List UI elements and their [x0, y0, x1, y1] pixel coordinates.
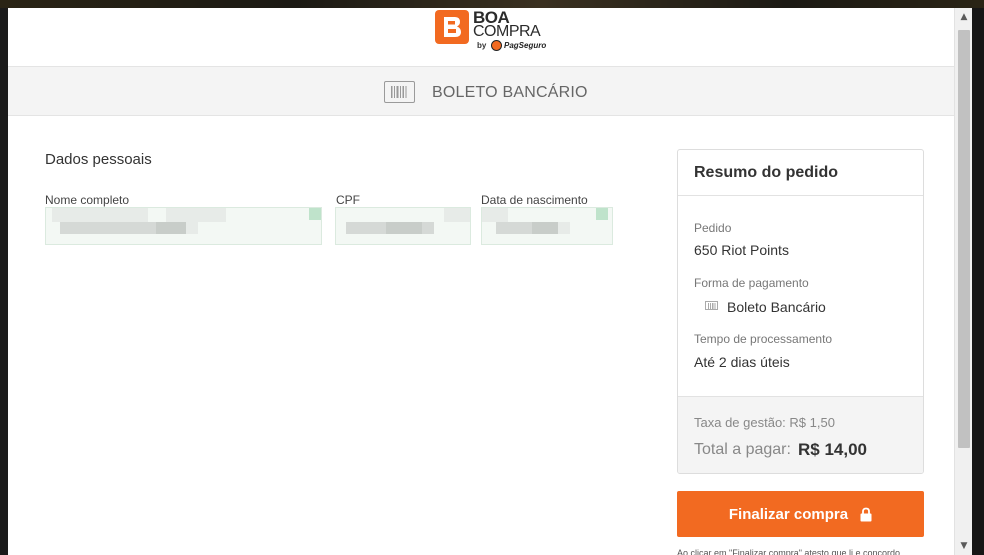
blur-pixel	[596, 208, 608, 220]
total-label: Total a pagar:	[694, 441, 791, 458]
barcode-icon	[705, 301, 718, 310]
payment-method-bar: BOLETO BANCÁRIO	[8, 66, 954, 116]
cpf-label: CPF	[336, 193, 360, 207]
background-edge	[972, 8, 984, 555]
total-value: R$ 14,00	[798, 440, 867, 459]
checkout-modal: BOA COMPRA by PagSeguro BOLETO BANCÁRIO …	[8, 8, 954, 555]
finalize-purchase-label: Finalizar compra	[728, 505, 849, 523]
blur-pixel	[156, 222, 186, 234]
order-summary-card: Resumo do pedido Pedido 650 Riot Points …	[677, 149, 924, 474]
blur-pixel	[166, 208, 226, 222]
lock-icon	[860, 507, 872, 522]
blur-pixel	[346, 222, 386, 234]
processing-time-value: Até 2 dias úteis	[694, 354, 790, 370]
scroll-up-icon[interactable]: ▲	[955, 8, 973, 26]
barcode-icon	[384, 81, 415, 103]
birth-date-label: Data de nascimento	[481, 193, 588, 207]
payment-method-value: Boleto Bancário	[727, 299, 826, 315]
finalize-purchase-button[interactable]: Finalizar compra	[677, 491, 924, 537]
processing-time-label: Tempo de processamento	[694, 332, 833, 346]
scroll-thumb[interactable]	[958, 30, 970, 448]
birth-date-input[interactable]	[481, 207, 613, 245]
blur-pixel	[186, 222, 198, 234]
terms-notice: Ao clicar em "Finalizar compra" atesto q…	[677, 548, 900, 555]
blur-pixel	[558, 222, 570, 234]
payment-method-title: BOLETO BANCÁRIO	[432, 84, 588, 101]
blur-pixel	[309, 208, 321, 220]
logo-text-by: by	[477, 41, 487, 50]
blur-pixel	[60, 222, 108, 234]
logo-text-compra: COMPRA	[473, 23, 541, 40]
background-game-strip	[0, 0, 984, 8]
blur-pixel	[52, 208, 148, 222]
blur-pixel	[108, 222, 156, 234]
header: BOA COMPRA by PagSeguro	[8, 8, 954, 66]
blur-pixel	[444, 208, 470, 222]
payment-method-label: Forma de pagamento	[694, 276, 809, 290]
scroll-down-icon[interactable]: ▼	[955, 537, 973, 555]
boacompra-logo: BOA COMPRA by PagSeguro	[435, 9, 547, 54]
scrollbar[interactable]: ▲ ▼	[954, 8, 972, 555]
order-summary-title: Resumo do pedido	[678, 150, 923, 196]
personal-data-title: Dados pessoais	[45, 151, 152, 168]
blur-pixel	[532, 222, 558, 234]
logo-text-pagseguro: PagSeguro	[504, 41, 547, 50]
order-summary-footer: Taxa de gestão: R$ 1,50 Total a pagar: R…	[678, 396, 923, 473]
order-label: Pedido	[694, 221, 732, 235]
blur-pixel	[386, 222, 422, 234]
full-name-label: Nome completo	[45, 193, 130, 207]
boacompra-b-icon	[435, 10, 469, 44]
blur-pixel	[482, 208, 508, 222]
cpf-input[interactable]	[335, 207, 471, 245]
management-fee: Taxa de gestão: R$ 1,50	[694, 415, 835, 430]
full-name-input[interactable]	[45, 207, 322, 245]
blur-pixel	[422, 222, 434, 234]
pagseguro-icon	[491, 40, 502, 51]
blur-pixel	[496, 222, 532, 234]
order-value: 650 Riot Points	[694, 242, 789, 258]
